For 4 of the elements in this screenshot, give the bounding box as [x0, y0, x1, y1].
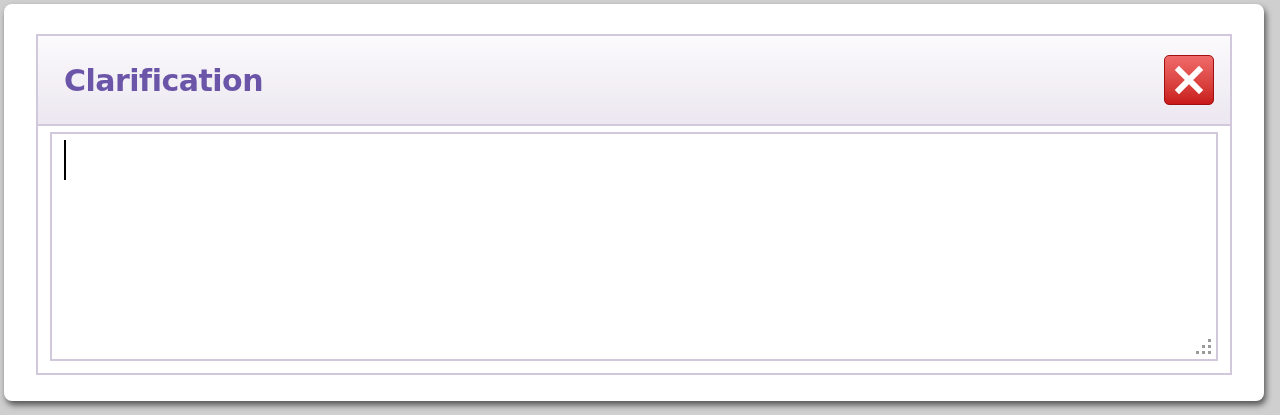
close-icon — [1174, 65, 1204, 95]
close-button[interactable] — [1164, 55, 1214, 105]
text-cursor — [64, 140, 66, 180]
dialog-title: Clarification — [64, 61, 264, 100]
